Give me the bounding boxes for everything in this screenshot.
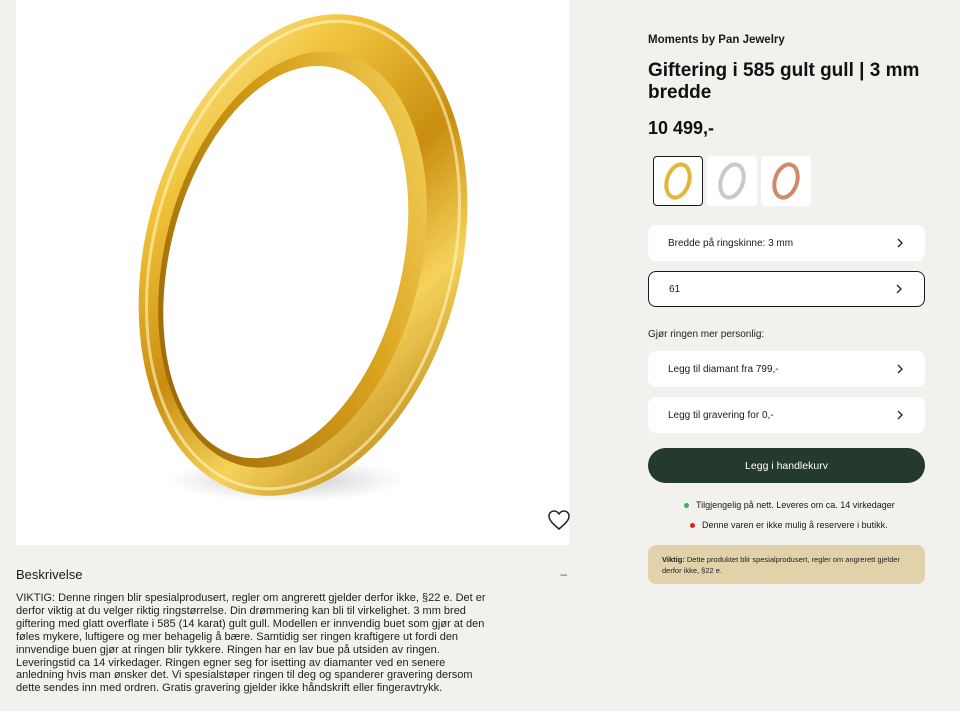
personalize-label: Gjør ringen mer personlig: (648, 329, 765, 340)
collapse-icon[interactable]: – (560, 567, 567, 581)
chevron-right-icon (897, 364, 903, 374)
swatch-rose-gold[interactable] (761, 156, 811, 206)
red-status-dot-icon (690, 522, 695, 528)
wishlist-heart-icon[interactable] (547, 509, 571, 531)
green-status-dot-icon (684, 502, 689, 508)
description-title: Beskrivelse (16, 566, 83, 582)
brand-name[interactable]: Moments by Pan Jewelry (648, 34, 785, 46)
rose-gold-ring-icon (772, 162, 800, 200)
add-engraving-label: Legg til gravering for 0,- (668, 409, 774, 421)
product-title: Giftering i 585 gult gull | 3 mm bredde (648, 60, 920, 103)
chevron-right-icon (896, 284, 902, 294)
store-availability: Denne varen er ikke mulig å reservere i … (690, 520, 888, 530)
ring-size-value: 61 (669, 283, 681, 295)
product-image-panel (16, 0, 571, 545)
notice-bold: Viktig: (662, 555, 685, 564)
ring-size-selector[interactable]: 61 (648, 271, 925, 307)
add-to-cart-button[interactable]: Legg i handlekurv (648, 448, 925, 483)
width-selector-label: Bredde på ringskinne: 3 mm (668, 237, 794, 249)
chevron-right-icon (897, 410, 903, 420)
add-diamond-label: Legg til diamant fra 799,- (668, 363, 779, 375)
description-text: VIKTIG: Denne ringen blir spesialproduse… (16, 592, 486, 695)
special-order-notice: Viktig: Dette produktet blir spesialprod… (648, 545, 925, 584)
description-accordion-header[interactable]: Beskrivelse – (16, 565, 569, 583)
store-availability-text: Denne varen er ikke mulig å reservere i … (702, 520, 888, 530)
add-diamond-option[interactable]: Legg til diamant fra 799,- (648, 351, 925, 387)
online-availability-text: Tilgjengelig på nett. Leveres om ca. 14 … (696, 500, 895, 510)
gold-ring-icon (664, 162, 692, 200)
swatch-gold[interactable] (653, 156, 703, 206)
add-engraving-option[interactable]: Legg til gravering for 0,- (648, 397, 925, 433)
notice-text: Dette produktet blir spesialprodusert, r… (662, 555, 900, 575)
product-price: 10 499,- (648, 118, 715, 138)
swatch-silver[interactable] (707, 156, 757, 206)
chevron-right-icon (897, 238, 903, 248)
product-image (138, 14, 468, 502)
online-availability: Tilgjengelig på nett. Leveres om ca. 14 … (684, 500, 895, 510)
width-selector[interactable]: Bredde på ringskinne: 3 mm (648, 225, 925, 261)
silver-ring-icon (718, 162, 746, 200)
